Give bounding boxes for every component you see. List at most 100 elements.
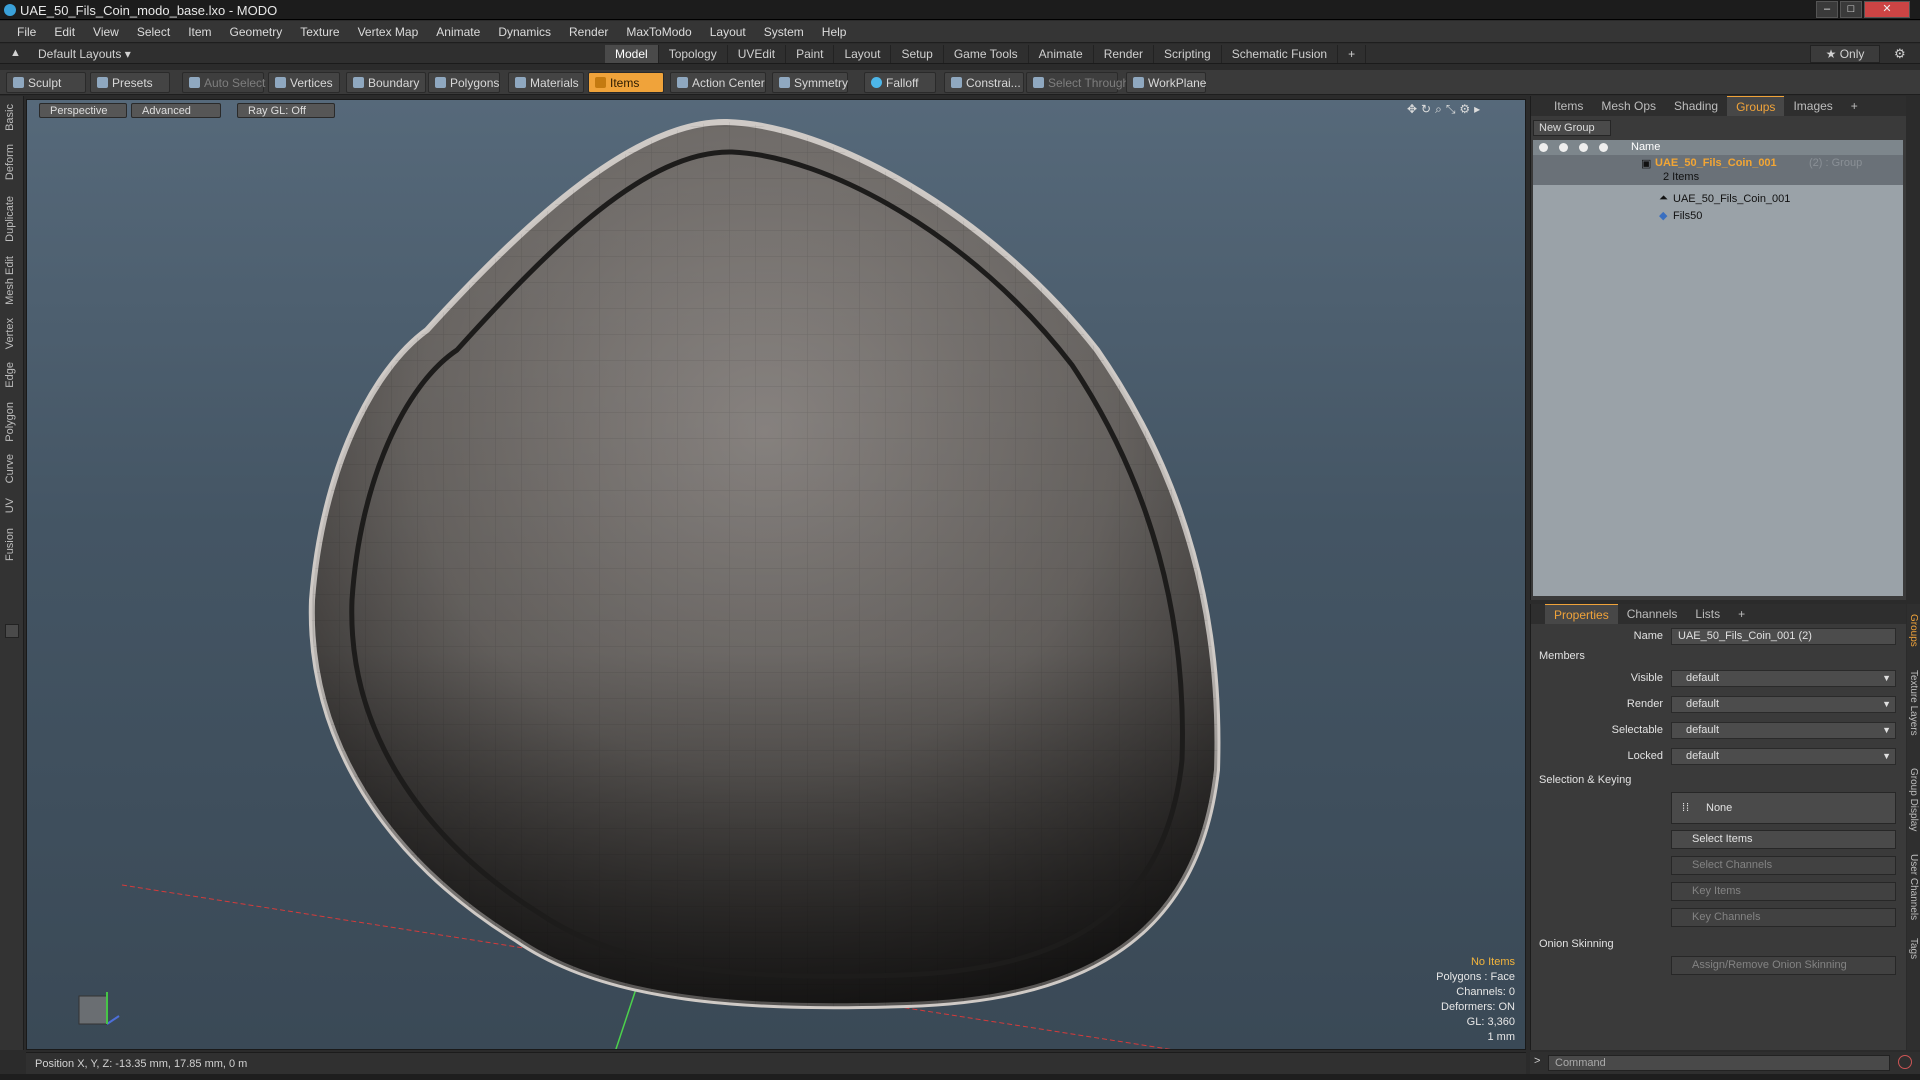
menu-select[interactable]: Select xyxy=(128,25,179,39)
presets-button[interactable]: Presets xyxy=(90,72,170,93)
maximize-button[interactable]: □ xyxy=(1840,1,1862,18)
visible-dropdown[interactable]: default ▼ xyxy=(1671,670,1896,687)
constrain-button[interactable]: Constrai... xyxy=(944,72,1024,93)
left-tab-deform[interactable]: Deform xyxy=(4,144,16,180)
tab-topology[interactable]: Topology xyxy=(659,45,728,63)
default-layouts-dropdown[interactable]: Default Layouts ▾ xyxy=(38,47,131,61)
3d-viewport[interactable]: Perspective Advanced Ray GL: Off ✥↻⌕⤡⚙▸ xyxy=(26,99,1526,1050)
polygons-button[interactable]: Polygons xyxy=(428,72,500,93)
name-field[interactable]: UAE_50_Fils_Coin_001 (2) xyxy=(1671,628,1896,645)
menu-layout[interactable]: Layout xyxy=(701,25,755,39)
symmetry-button[interactable]: Symmetry xyxy=(772,72,848,93)
onion-skinning-button[interactable]: Assign/Remove Onion Skinning xyxy=(1671,956,1896,975)
render-header-icon[interactable] xyxy=(1559,143,1568,152)
menu-texture[interactable]: Texture xyxy=(291,25,348,39)
items-button[interactable]: Items xyxy=(588,72,664,93)
list-item[interactable]: ◆ Fils50 xyxy=(1533,208,1903,225)
minimize-button[interactable]: – xyxy=(1816,1,1838,18)
menu-vertex-map[interactable]: Vertex Map xyxy=(349,25,428,39)
left-tab-uv[interactable]: UV xyxy=(4,498,16,513)
left-tab-fusion[interactable]: Fusion xyxy=(4,528,16,561)
gear-icon[interactable]: ⚙ xyxy=(1894,46,1906,62)
select-header-icon[interactable] xyxy=(1599,143,1608,152)
tab-animate[interactable]: Animate xyxy=(1029,45,1094,63)
boundary-button[interactable]: Boundary xyxy=(346,72,426,93)
new-group-button[interactable]: New Group xyxy=(1533,120,1611,136)
tab-images[interactable]: Images xyxy=(1784,96,1841,116)
command-input[interactable]: Command xyxy=(1548,1055,1890,1071)
tab-setup[interactable]: Setup xyxy=(891,45,944,63)
close-window-button[interactable]: ✕ xyxy=(1864,1,1910,18)
tab-uvedit[interactable]: UVEdit xyxy=(728,45,787,63)
tab-layout[interactable]: Layout xyxy=(834,45,892,63)
layout-collapse-icon[interactable]: ▲ xyxy=(10,47,21,59)
group-row[interactable]: ▣ UAE_50_Fils_Coin_001 (2) : Group 2 Ite… xyxy=(1533,155,1903,185)
left-tab-basic[interactable]: Basic xyxy=(4,104,16,131)
render-dropdown[interactable]: default ▼ xyxy=(1671,696,1896,713)
tab-game-tools[interactable]: Game Tools xyxy=(944,45,1029,63)
onion-skinning-section[interactable]: Onion Skinning xyxy=(1539,938,1614,950)
menu-help[interactable]: Help xyxy=(813,25,856,39)
select-channels-button[interactable]: Select Channels xyxy=(1671,856,1896,875)
auto-select-button[interactable]: Auto Select xyxy=(182,72,265,93)
tab-items[interactable]: Items xyxy=(1545,96,1592,116)
list-item[interactable]: ⏶ UAE_50_Fils_Coin_001 xyxy=(1533,191,1903,208)
lock-header-icon[interactable] xyxy=(1579,143,1588,152)
tab-properties[interactable]: Properties xyxy=(1545,604,1618,624)
members-section[interactable]: Members xyxy=(1539,650,1585,662)
menu-item[interactable]: Item xyxy=(179,25,220,39)
tab-shading[interactable]: Shading xyxy=(1665,96,1727,116)
add-panel-tab-icon[interactable]: + xyxy=(1729,604,1754,624)
left-tab-mesh-edit[interactable]: Mesh Edit xyxy=(4,256,16,305)
key-items-button[interactable]: Key Items xyxy=(1671,882,1896,901)
menu-maxtomodo[interactable]: MaxToModo xyxy=(617,25,700,39)
left-tab-polygon[interactable]: Polygon xyxy=(4,402,16,442)
menu-render[interactable]: Render xyxy=(560,25,617,39)
selection-keying-section[interactable]: Selection & Keying xyxy=(1539,774,1631,786)
side-tab-tags[interactable]: Tags xyxy=(1908,938,1919,959)
falloff-button[interactable]: Falloff xyxy=(864,72,936,93)
menu-view[interactable]: View xyxy=(84,25,128,39)
tab-groups[interactable]: Groups xyxy=(1727,96,1785,116)
add-panel-tab-icon[interactable]: + xyxy=(1842,96,1867,116)
menu-system[interactable]: System xyxy=(755,25,813,39)
left-tab-curve[interactable]: Curve xyxy=(4,454,16,483)
tab-paint[interactable]: Paint xyxy=(786,45,835,63)
menu-file[interactable]: File xyxy=(8,25,45,39)
only-button[interactable]: ★ Only xyxy=(1810,45,1880,63)
selectable-dropdown[interactable]: default ▼ xyxy=(1671,722,1896,739)
left-tab-duplicate[interactable]: Duplicate xyxy=(4,196,16,242)
add-tab-icon[interactable]: + xyxy=(1338,45,1367,63)
key-channels-button[interactable]: Key Channels xyxy=(1671,908,1896,927)
vertices-button[interactable]: Vertices xyxy=(268,72,340,93)
side-tab-groups[interactable]: Groups xyxy=(1908,614,1919,647)
workplane-button[interactable]: WorkPlane xyxy=(1126,72,1206,93)
tab-mesh-ops[interactable]: Mesh Ops xyxy=(1592,96,1665,116)
materials-button[interactable]: Materials xyxy=(508,72,584,93)
tab-scripting[interactable]: Scripting xyxy=(1154,45,1222,63)
select-through-button[interactable]: Select Through xyxy=(1026,72,1129,93)
left-tab-vertex[interactable]: Vertex xyxy=(4,318,16,349)
expand-tabs-icon[interactable] xyxy=(5,624,19,638)
none-button[interactable]: ⁞⁞ None xyxy=(1671,792,1896,824)
visibility-header-icon[interactable] xyxy=(1539,143,1548,152)
side-tab-group-display[interactable]: Group Display xyxy=(1908,768,1919,831)
tab-model[interactable]: Model xyxy=(605,45,659,63)
locked-dropdown[interactable]: default ▼ xyxy=(1671,748,1896,765)
menu-dynamics[interactable]: Dynamics xyxy=(489,25,560,39)
side-tab-user-channels[interactable]: User Channels xyxy=(1908,854,1919,920)
side-tab-texture-layers[interactable]: Texture Layers xyxy=(1908,670,1919,736)
tab-schematic-fusion[interactable]: Schematic Fusion xyxy=(1222,45,1339,63)
record-icon[interactable] xyxy=(1898,1055,1912,1069)
select-items-button[interactable]: Select Items xyxy=(1671,830,1896,849)
sculpt-button[interactable]: Sculpt xyxy=(6,72,86,93)
tab-channels[interactable]: Channels xyxy=(1618,604,1687,624)
tab-lists[interactable]: Lists xyxy=(1686,604,1729,624)
tab-render[interactable]: Render xyxy=(1094,45,1155,63)
menu-edit[interactable]: Edit xyxy=(45,25,84,39)
menu-animate[interactable]: Animate xyxy=(427,25,489,39)
left-tab-edge[interactable]: Edge xyxy=(4,362,16,388)
column-name[interactable]: Name xyxy=(1631,141,1660,153)
action-center-button[interactable]: Action Center xyxy=(670,72,766,93)
menu-geometry[interactable]: Geometry xyxy=(221,25,292,39)
